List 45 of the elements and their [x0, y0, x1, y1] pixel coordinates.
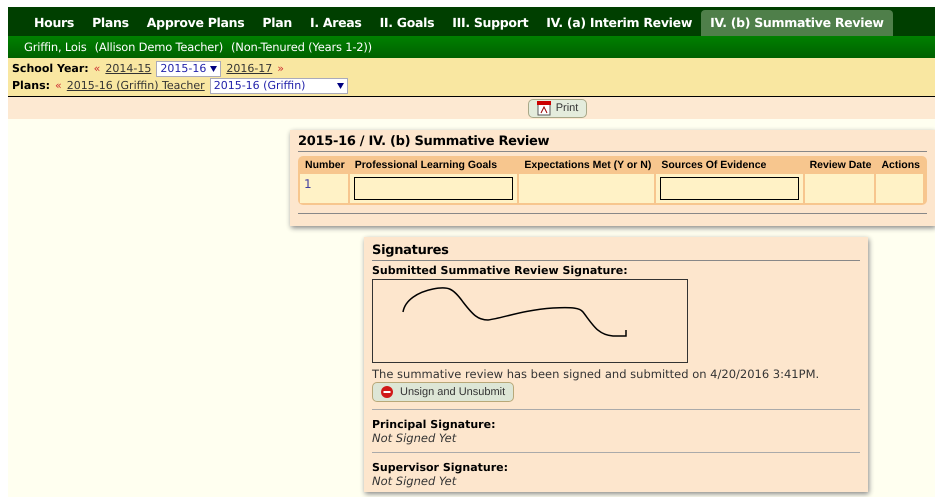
nav-tab[interactable]: Hours — [25, 10, 84, 36]
stop-icon — [381, 386, 393, 398]
signature-status: Not Signed Yet — [372, 431, 458, 445]
previous-arrow[interactable]: « — [94, 62, 100, 75]
column-header: Number — [304, 158, 346, 173]
previous-arrow[interactable]: « — [55, 79, 62, 92]
nav-tab[interactable]: III. Support — [443, 10, 538, 36]
signature-label: Principal Signature: — [372, 418, 496, 431]
nav-tab[interactable]: Plans — [83, 10, 138, 36]
previous-year-link[interactable]: 2014-15 — [105, 62, 152, 75]
nav-tab[interactable]: I. Areas — [301, 10, 371, 36]
signatures-title: Signatures — [372, 243, 860, 261]
row-number: 1 — [304, 177, 312, 191]
previous-plan-link[interactable]: 2015-16 (Griffin) Teacher — [66, 79, 205, 92]
unsign-button[interactable]: Unsign and Unsubmit — [372, 382, 514, 402]
signature-label: Submitted Summative Review Signature: — [372, 264, 629, 277]
teacher-status: (Non-Tenured (Years 1-2)) — [231, 40, 372, 54]
column-header: Review Date — [808, 158, 872, 173]
nav-tab[interactable]: IV. (a) Interim Review — [537, 10, 702, 36]
plan-select[interactable]: 2015-16 (Griffin) — [210, 78, 348, 94]
teacher-role: (Allison Demo Teacher) — [94, 40, 223, 54]
nav-tab[interactable]: II. Goals — [370, 10, 444, 36]
school-year-label: School Year: — [12, 62, 89, 75]
pdf-icon — [536, 100, 551, 116]
next-year-link[interactable]: 2016-17 — [226, 62, 272, 75]
dropdown-caret-icon — [336, 82, 344, 88]
school-year-select[interactable]: 2015-16 — [156, 60, 222, 76]
signature-status: Not Signed Yet — [372, 474, 458, 488]
column-header: Expectations Met (Y or N) — [523, 158, 652, 173]
submission-message: The summative review has been signed and submitted on 4/20/2016 3:41PM. — [372, 367, 820, 381]
nav-tab[interactable]: IV. (b) Summative Review — [701, 10, 893, 36]
nav-tab[interactable]: Plan — [253, 10, 302, 36]
column-header: Actions — [880, 158, 921, 173]
column-header: Sources Of Evidence — [660, 158, 768, 173]
evidence-input-field[interactable] — [660, 177, 799, 200]
review-title: 2015-16 / IV. (b) Summative Review — [298, 134, 927, 152]
column-header: Professional Learning Goals — [354, 158, 498, 173]
nav-tab[interactable]: Approve Plans — [138, 10, 254, 36]
plans-label: Plans: — [12, 79, 50, 92]
print-button[interactable]: Print — [528, 98, 588, 118]
next-arrow[interactable]: » — [277, 62, 284, 75]
teacher-name: Griffin, Lois — [24, 40, 87, 54]
dropdown-caret-icon — [210, 66, 218, 72]
goals-input-field[interactable] — [354, 177, 514, 200]
signature-label: Supervisor Signature: — [372, 461, 510, 474]
